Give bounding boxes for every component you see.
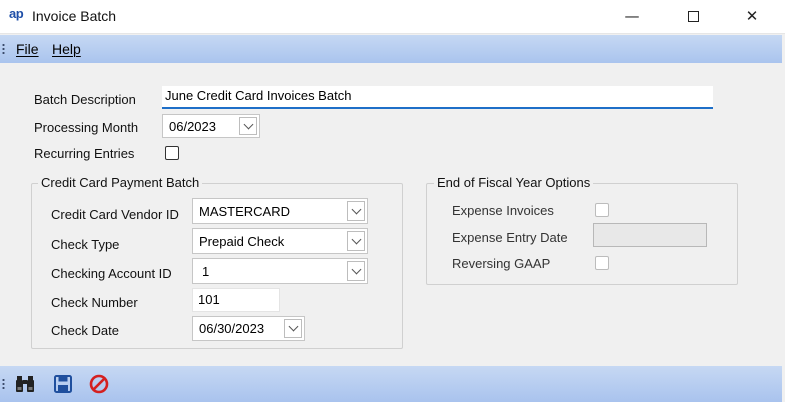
bottom-toolbar — [0, 366, 782, 402]
close-icon: ✕ — [745, 7, 759, 25]
check-date-dropdown-button[interactable] — [284, 319, 302, 338]
check-number-label: Check Number — [51, 295, 138, 310]
check-date-value: 06/30/2023 — [199, 321, 265, 336]
reversing-gaap-checkbox[interactable] — [595, 256, 609, 270]
app-icon: ap — [9, 6, 24, 21]
chevron-down-icon — [351, 264, 361, 274]
menu-file[interactable]: File — [16, 41, 39, 57]
expense-invoices-label: Expense Invoices — [452, 203, 554, 218]
credit-card-payment-group-title: Credit Card Payment Batch — [38, 175, 203, 190]
check-date-picker[interactable]: 06/30/2023 — [192, 316, 305, 341]
title-bar: ap Invoice Batch — ✕ — [0, 0, 785, 34]
check-type-value: Prepaid Check — [199, 234, 285, 249]
expense-entry-date-label: Expense Entry Date — [452, 230, 568, 245]
menu-bar: File Help — [0, 35, 782, 63]
checking-account-id-dropdown-button[interactable] — [347, 261, 365, 281]
check-date-label: Check Date — [51, 323, 119, 338]
find-button[interactable] — [14, 373, 36, 395]
save-icon — [54, 375, 72, 393]
form-area: Batch Description June Credit Card Invoi… — [0, 63, 782, 366]
check-number-input[interactable]: 101 — [192, 288, 280, 312]
processing-month-select[interactable]: 06/2023 — [162, 114, 260, 138]
chevron-down-icon — [351, 234, 361, 244]
credit-card-vendor-id-value: MASTERCARD — [199, 204, 291, 219]
recurring-entries-checkbox[interactable] — [165, 146, 179, 160]
checking-account-id-label: Checking Account ID — [51, 266, 172, 281]
processing-month-value: 06/2023 — [169, 119, 216, 134]
processing-month-label: Processing Month — [34, 120, 139, 135]
save-button[interactable] — [52, 373, 74, 395]
checking-account-id-select[interactable]: 1 — [192, 258, 368, 284]
toolbar-grip-icon[interactable] — [2, 378, 5, 390]
menu-help[interactable]: Help — [52, 41, 81, 57]
menu-grip-icon[interactable] — [2, 43, 5, 55]
maximize-icon — [687, 10, 699, 22]
maximize-button[interactable] — [670, 0, 716, 32]
expense-entry-date-input[interactable] — [593, 223, 707, 247]
batch-description-input[interactable]: June Credit Card Invoices Batch — [162, 86, 713, 109]
checking-account-id-value: 1 — [202, 264, 210, 279]
recurring-entries-label: Recurring Entries — [34, 146, 135, 161]
cancel-button[interactable] — [88, 373, 110, 395]
cancel-icon — [89, 374, 109, 394]
credit-card-vendor-id-select[interactable]: MASTERCARD — [192, 198, 368, 224]
chevron-down-icon — [243, 119, 253, 129]
window-title: Invoice Batch — [32, 8, 117, 24]
credit-card-vendor-id-label: Credit Card Vendor ID — [51, 207, 179, 222]
minimize-button[interactable]: — — [609, 0, 655, 32]
close-button[interactable]: ✕ — [729, 0, 775, 32]
expense-invoices-checkbox[interactable] — [595, 203, 609, 217]
fiscal-year-options-group-title: End of Fiscal Year Options — [434, 175, 594, 190]
check-type-dropdown-button[interactable] — [347, 231, 365, 251]
reversing-gaap-label: Reversing GAAP — [452, 256, 551, 271]
chevron-down-icon — [288, 321, 298, 332]
processing-month-dropdown-button[interactable] — [239, 117, 257, 135]
credit-card-vendor-id-dropdown-button[interactable] — [347, 201, 365, 221]
check-type-select[interactable]: Prepaid Check — [192, 228, 368, 254]
batch-description-label: Batch Description — [34, 92, 136, 107]
binoculars-icon — [16, 376, 34, 392]
check-type-label: Check Type — [51, 237, 120, 252]
minimize-icon: — — [624, 7, 640, 25]
chevron-down-icon — [351, 204, 361, 214]
